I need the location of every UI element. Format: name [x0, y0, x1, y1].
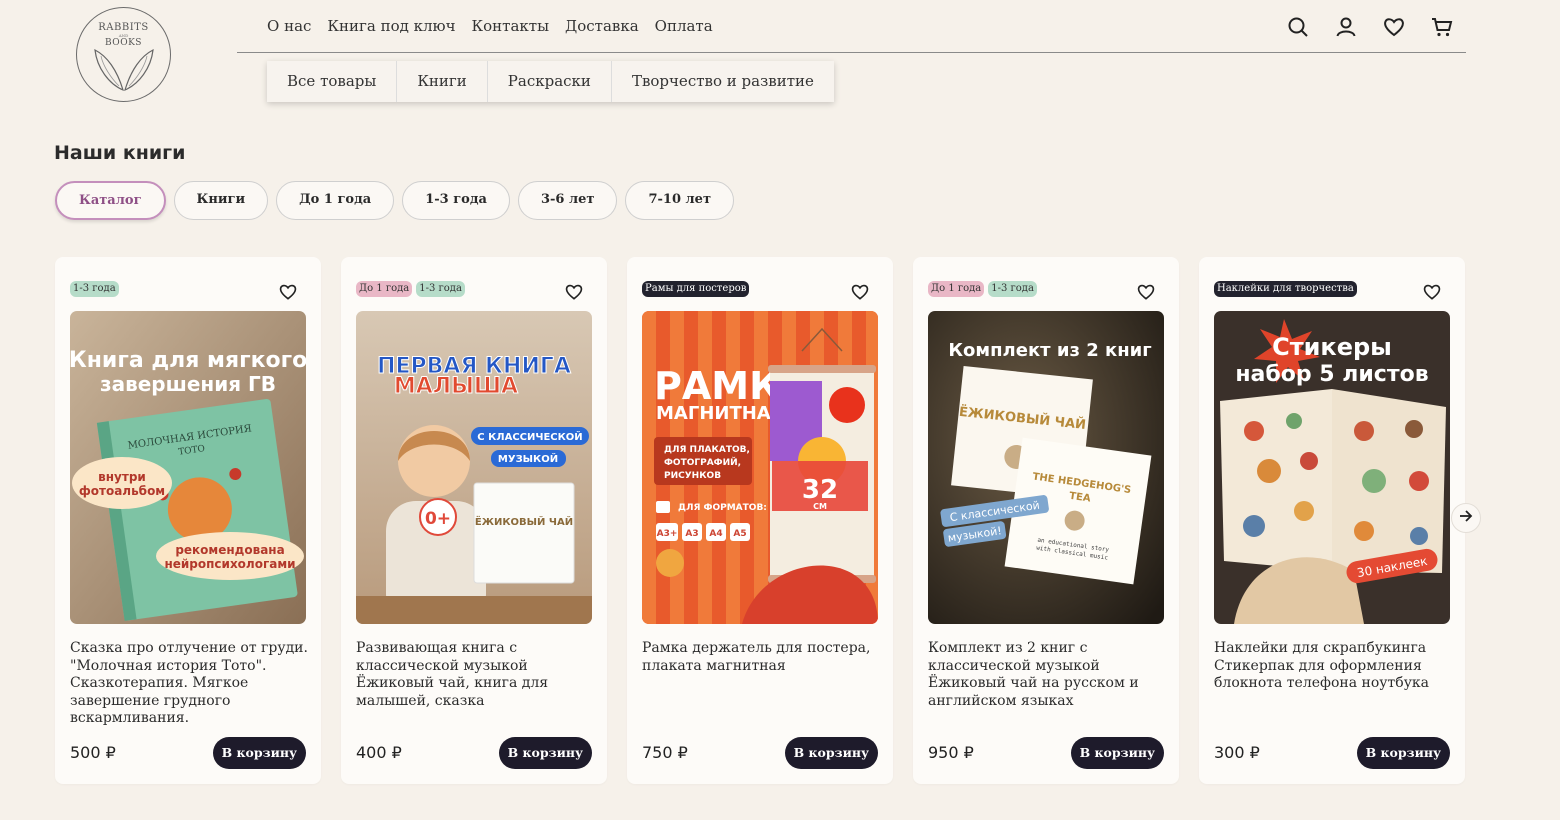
category-all-products[interactable]: Все товары — [267, 61, 398, 102]
filter-1-3[interactable]: 1-3 года — [402, 181, 510, 220]
cover-text: набор 5 листов — [1235, 362, 1428, 387]
product-price: 500 ₽ — [70, 743, 116, 762]
nav-link-payment[interactable]: Оплата — [655, 17, 713, 35]
category-books[interactable]: Книги — [397, 61, 488, 102]
add-to-cart-button[interactable]: В корзину — [1356, 737, 1450, 769]
format-label: А4 — [709, 529, 722, 539]
product-title[interactable]: Сказка про отлучение от груди. "Молочная… — [70, 640, 310, 728]
filter-catalog[interactable]: Каталог — [55, 181, 166, 220]
search-icon[interactable] — [1286, 15, 1310, 39]
favorite-heart-icon[interactable] — [564, 282, 584, 302]
product-carousel: 1-3 года Книга для мягкого завершения ГВ… — [55, 257, 1465, 784]
add-to-cart-button[interactable]: В корзину — [1070, 737, 1164, 769]
cover-badge: рекомендована — [175, 543, 284, 557]
category-tag: Рамы для постеров — [642, 281, 750, 297]
filter-books[interactable]: Книги — [173, 181, 269, 220]
format-label: А3 — [685, 529, 698, 539]
product-card[interactable]: До 1 года 1-3 года ПЕРВАЯ КНИГА МАЛЫША С… — [341, 257, 607, 784]
filter-7-10[interactable]: 7-10 лет — [625, 181, 735, 220]
size-unit: СМ — [813, 502, 827, 511]
cover-text: С КЛАССИЧЕСКОЙ — [477, 430, 582, 443]
product-card[interactable]: 1-3 года Книга для мягкого завершения ГВ… — [55, 257, 321, 784]
age-tag: 1-3 года — [70, 281, 119, 297]
category-coloring[interactable]: Раскраски — [488, 61, 612, 102]
product-price: 400 ₽ — [356, 743, 402, 762]
add-to-cart-button[interactable]: В корзину — [212, 737, 306, 769]
cover-text: Книга для мягкого — [70, 348, 306, 373]
carousel-next-button[interactable] — [1451, 503, 1481, 533]
cover-badge: нейропсихологами — [164, 557, 295, 571]
age-tag: 1-3 года — [416, 281, 465, 297]
format-label: А3+ — [657, 529, 678, 539]
filter-chips: Каталог Книги До 1 года 1-3 года 3-6 лет… — [55, 181, 735, 220]
product-image[interactable]: Стикеры набор 5 листов 30 наклеек — [1214, 311, 1450, 624]
arrow-right-icon — [1458, 508, 1474, 528]
nav-link-turnkey-book[interactable]: Книга под ключ — [327, 17, 455, 35]
age-tag: 1-3 года — [988, 281, 1037, 297]
add-to-cart-button[interactable]: В корзину — [498, 737, 592, 769]
heart-icon[interactable] — [1382, 15, 1406, 39]
category-creativity[interactable]: Творчество и развитие — [612, 61, 834, 102]
product-image[interactable]: Книга для мягкого завершения ГВ МОЛОЧНАЯ… — [70, 311, 306, 624]
age-badge: 0+ — [425, 509, 451, 529]
product-card[interactable]: Наклейки для творчества Стикеры набор 5 … — [1199, 257, 1465, 784]
rabbit-ears-icon — [93, 48, 154, 92]
product-price: 950 ₽ — [928, 743, 974, 762]
cover-text: МУЗЫКОЙ — [498, 452, 558, 465]
site-logo[interactable]: RABBITS AND BOOKS — [76, 7, 171, 102]
favorite-heart-icon[interactable] — [850, 282, 870, 302]
cover-text: МАГНИТНАЯ — [656, 403, 785, 424]
cover-text: ДЛЯ ПЛАКАТОВ, — [664, 445, 750, 455]
logo-text: BOOKS — [105, 38, 142, 48]
age-tag: До 1 года — [356, 281, 413, 297]
product-image[interactable]: РАМКА МАГНИТНАЯ ДЛЯ ПЛАКАТОВ, ФОТОГРАФИЙ… — [642, 311, 878, 624]
filter-3-6[interactable]: 3-6 лет — [517, 181, 618, 220]
cover-badge: внутри — [98, 470, 146, 484]
favorite-heart-icon[interactable] — [278, 282, 298, 302]
product-title[interactable]: Наклейки для скрапбукинга Стикерпак для … — [1214, 640, 1454, 693]
product-title[interactable]: Рамка держатель для постера, плаката маг… — [642, 640, 882, 675]
section-title: Наши книги — [54, 142, 186, 164]
size-value: 32 — [802, 475, 838, 505]
product-image[interactable]: Комплект из 2 книг ЁЖИКОВЫЙ ЧАЙ THE HEDG… — [928, 311, 1164, 624]
filter-under-1[interactable]: До 1 года — [276, 181, 395, 220]
cover-text: РИСУНКОВ — [664, 471, 721, 481]
cover-text: МАЛЫША — [394, 374, 518, 399]
nav-link-delivery[interactable]: Доставка — [565, 17, 639, 35]
favorite-heart-icon[interactable] — [1136, 282, 1156, 302]
product-card[interactable]: Рамы для постеров РАМКА МАГНИТНАЯ ДЛЯ ПЛ… — [627, 257, 893, 784]
cover-text: ДЛЯ ФОРМАТОВ: — [678, 503, 767, 513]
cover-text: Комплект из 2 книг — [948, 340, 1151, 361]
nav-link-about[interactable]: О нас — [267, 17, 311, 35]
cart-icon[interactable] — [1430, 15, 1454, 39]
category-tag: Наклейки для творчества — [1214, 281, 1357, 297]
product-title[interactable]: Комплект из 2 книг с классической музыко… — [928, 640, 1168, 710]
add-to-cart-button[interactable]: В корзину — [784, 737, 878, 769]
logo-text: RABBITS — [98, 22, 149, 33]
product-title[interactable]: Развивающая книга с классической музыкой… — [356, 640, 596, 710]
cover-badge: фотоальбом — [79, 484, 165, 498]
cover-text: ФОТОГРАФИЙ, — [664, 456, 741, 468]
product-card[interactable]: До 1 года 1-3 года Комплект из 2 книг ЁЖ… — [913, 257, 1179, 784]
cover-text: Стикеры — [1272, 333, 1392, 361]
cover-text: завершения ГВ — [100, 372, 276, 396]
product-image[interactable]: ПЕРВАЯ КНИГА МАЛЫША С КЛАССИЧЕСКОЙ МУЗЫК… — [356, 311, 592, 624]
top-navigation: О нас Книга под ключ Контакты Доставка О… — [237, 0, 1466, 53]
book-title: ЁЖИКОВЫЙ ЧАЙ — [475, 514, 573, 528]
user-icon[interactable] — [1334, 15, 1358, 39]
age-tag: До 1 года — [928, 281, 985, 297]
product-price: 750 ₽ — [642, 743, 688, 762]
nav-link-contacts[interactable]: Контакты — [472, 17, 550, 35]
format-label: А5 — [733, 529, 746, 539]
category-menu: Все товары Книги Раскраски Творчество и … — [267, 61, 834, 102]
product-price: 300 ₽ — [1214, 743, 1260, 762]
favorite-heart-icon[interactable] — [1422, 282, 1442, 302]
